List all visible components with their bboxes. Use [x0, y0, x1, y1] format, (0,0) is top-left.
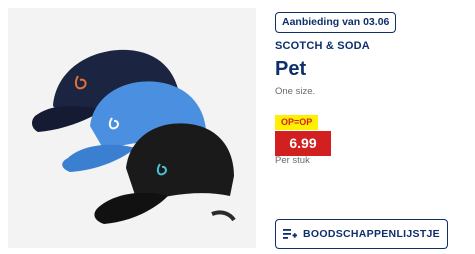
list-add-icon [283, 228, 297, 240]
price-tag: OP=OP 6.99 [275, 112, 331, 156]
product-info: Aanbieding van 03.06 SCOTCH & SODA Pet O… [271, 0, 475, 254]
brand-name[interactable]: SCOTCH & SODA [275, 40, 370, 52]
caps-illustration [32, 49, 236, 224]
size-note: One size. [275, 86, 316, 97]
sale-label: OP=OP [275, 115, 319, 130]
price: 6.99 [275, 131, 331, 156]
offer-date-badge: Aanbieding van 03.06 [275, 12, 397, 33]
product-image[interactable] [8, 8, 256, 248]
price-unit: Per stuk [275, 155, 310, 166]
product-title[interactable]: Pet [275, 58, 306, 81]
add-to-shopping-list-button[interactable]: BOODSCHAPPENLIJSTJE [275, 219, 448, 249]
list-button-label: BOODSCHAPPENLIJSTJE [303, 228, 440, 240]
